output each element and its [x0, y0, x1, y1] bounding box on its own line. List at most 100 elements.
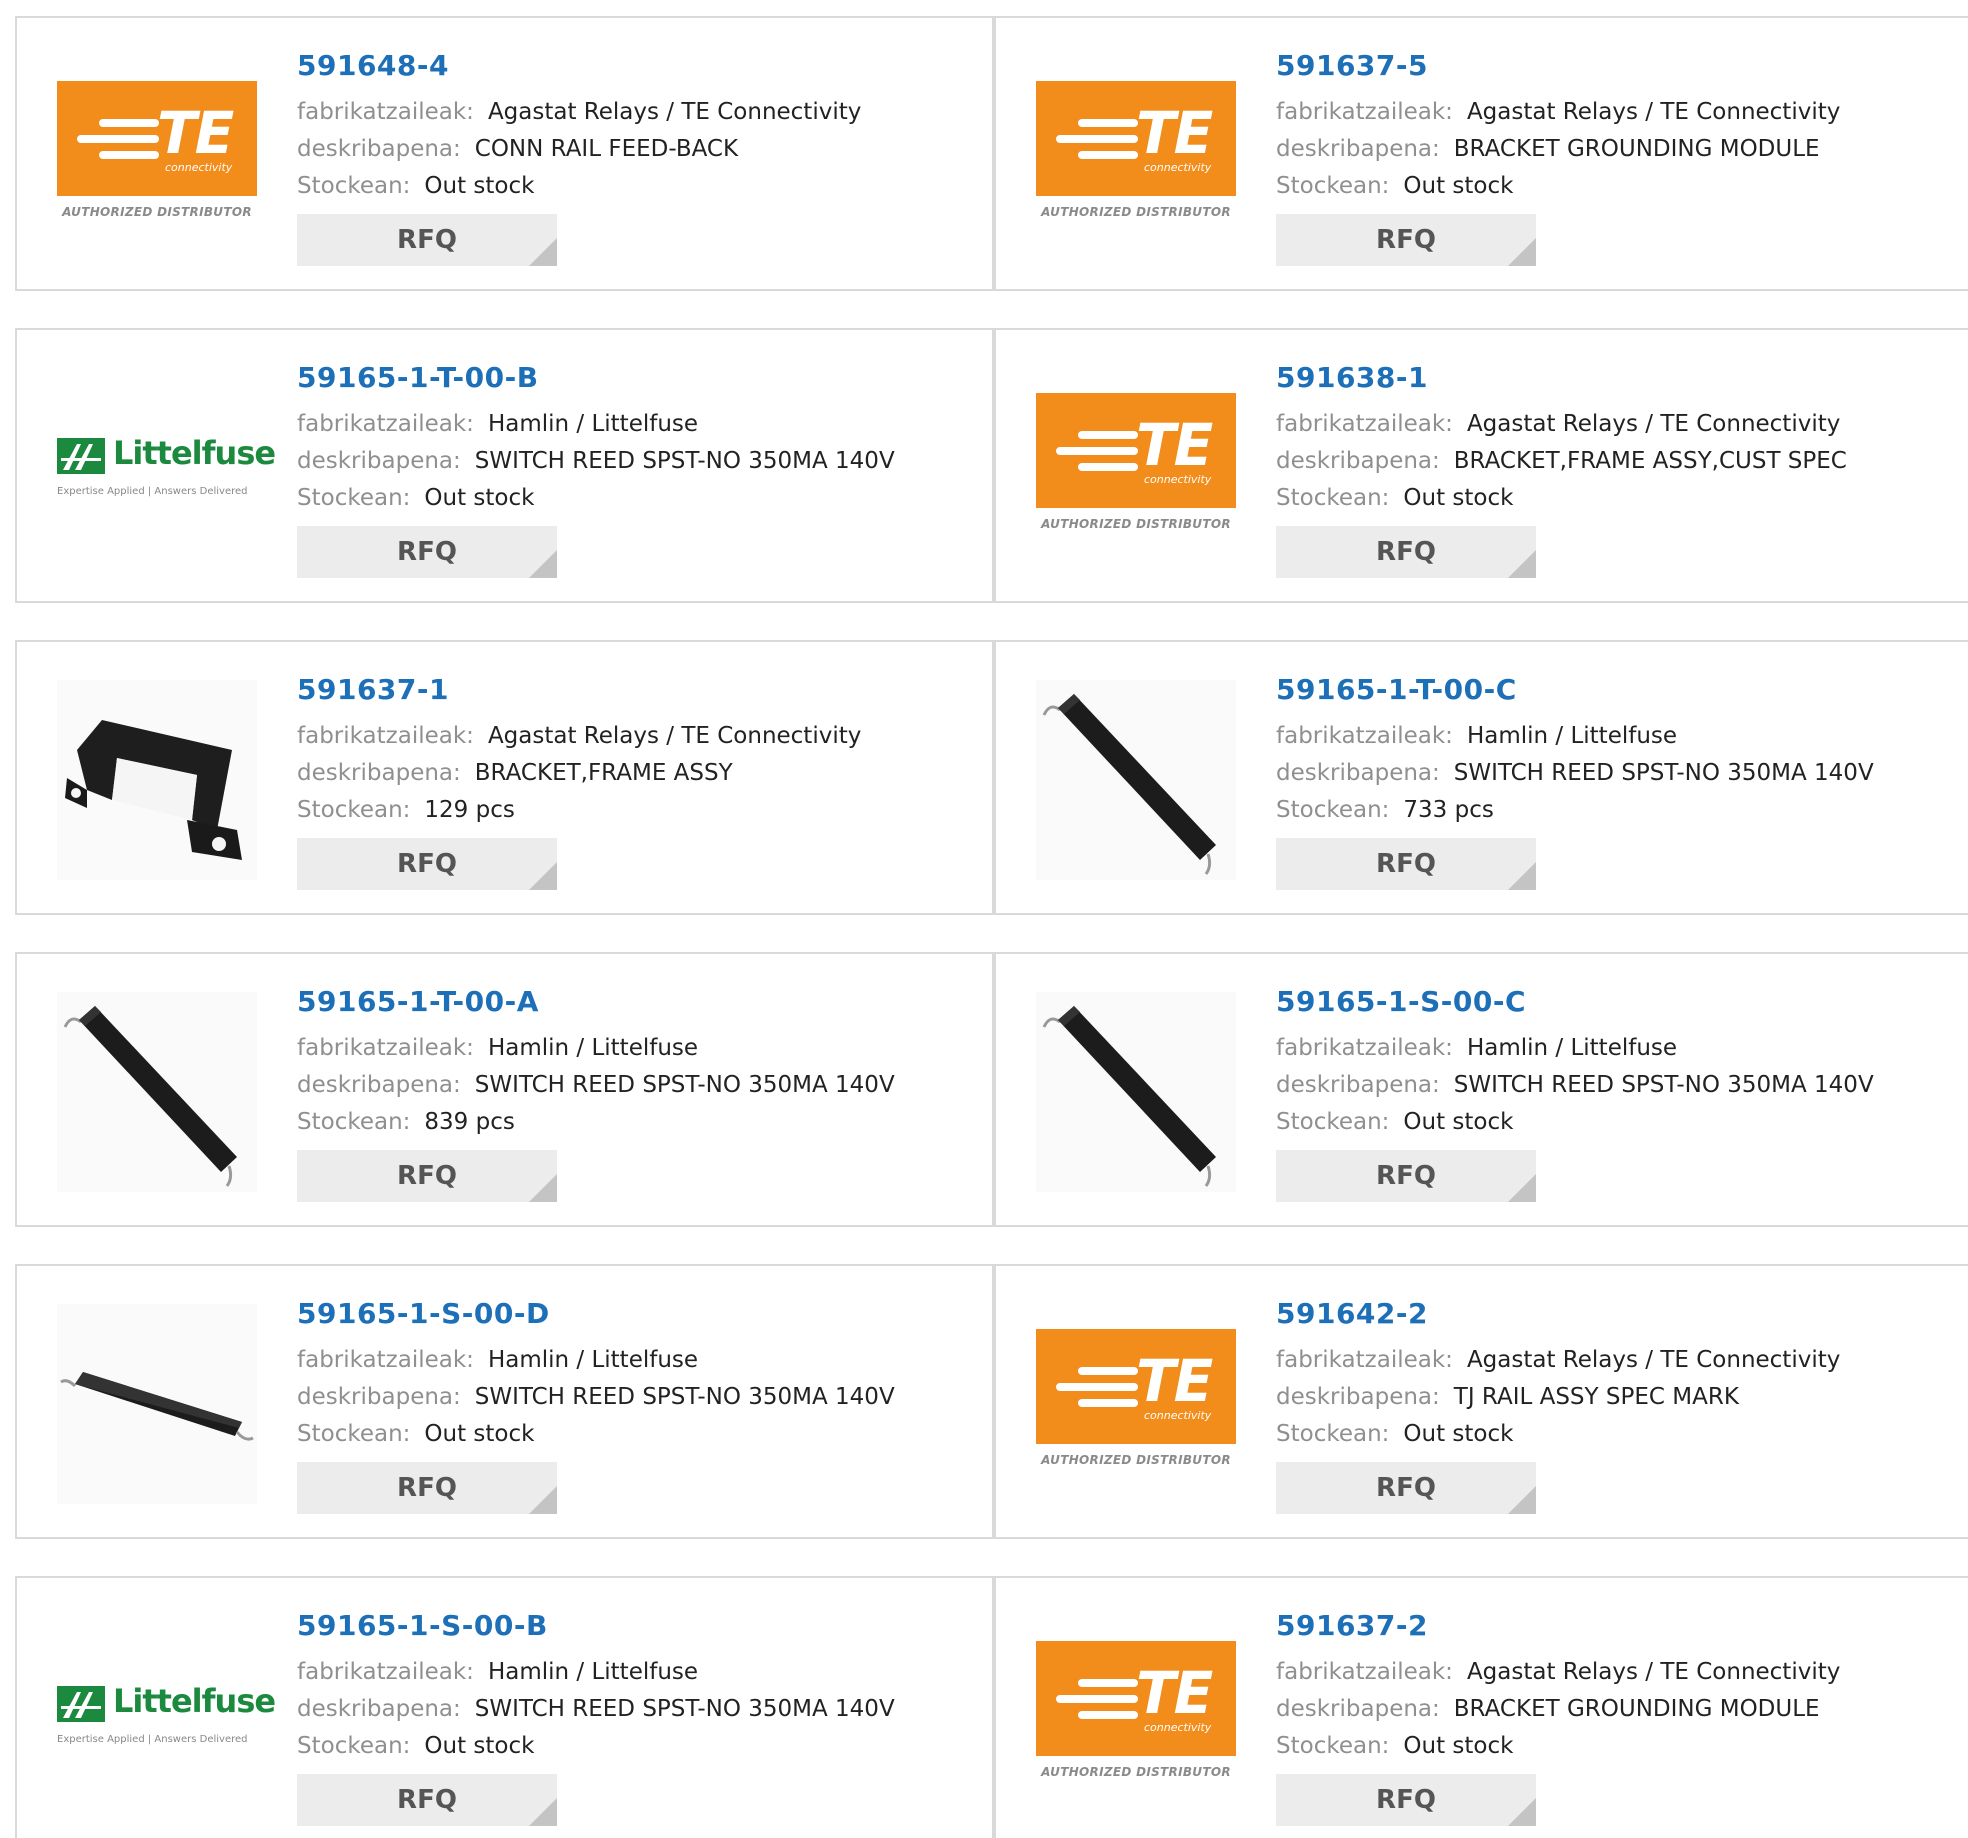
littelfuse-tagline: Expertise Applied | Answers Delivered — [57, 486, 248, 497]
manufacturer-label: fabrikatzaileak: — [297, 99, 474, 125]
product-thumbnail[interactable]: TE connectivity AUTHORIZED DISTRIBUTOR — [1036, 1616, 1236, 1816]
rfq-button[interactable]: RFQ — [297, 214, 557, 266]
stock-label: Stockean: — [1276, 1109, 1390, 1135]
product-info: 59165-1-T-00-C fabrikatzaileak: Hamlin / … — [1276, 672, 1958, 890]
product-thumbnail[interactable]: TE connectivity AUTHORIZED DISTRIBUTOR — [57, 56, 257, 256]
authorized-distributor-caption: AUTHORIZED DISTRIBUTOR — [1041, 205, 1231, 219]
rfq-button[interactable]: RFQ — [297, 1774, 557, 1826]
te-logo-box: TE connectivity — [1036, 1641, 1236, 1756]
part-number-link[interactable]: 59165-1-S-00-C — [1276, 984, 1958, 1020]
stock-row: Stockean: Out stock — [1276, 480, 1958, 517]
product-thumbnail[interactable] — [1036, 680, 1236, 880]
stock-label: Stockean: — [297, 1733, 411, 1759]
manufacturer-label: fabrikatzaileak: — [297, 411, 474, 437]
rfq-button-label: RFQ — [397, 225, 457, 255]
product-card: TE connectivity AUTHORIZED DISTRIBUTOR 5… — [994, 328, 1968, 603]
product-thumbnail[interactable] — [57, 992, 257, 1192]
part-number-link[interactable]: 591637-1 — [297, 672, 982, 708]
rfq-corner-decoration — [1508, 1174, 1536, 1202]
rfq-corner-decoration — [529, 550, 557, 578]
part-number-link[interactable]: 59165-1-S-00-B — [297, 1608, 982, 1644]
manufacturer-label: fabrikatzaileak: — [297, 1659, 474, 1685]
rfq-button[interactable]: RFQ — [1276, 1150, 1536, 1202]
manufacturer-label: fabrikatzaileak: — [1276, 99, 1453, 125]
manufacturer-value: Agastat Relays / TE Connectivity — [487, 99, 862, 125]
reed-switch-product-photo — [1036, 992, 1236, 1192]
rfq-button[interactable]: RFQ — [297, 1462, 557, 1514]
littelfuse-tagline: Expertise Applied | Answers Delivered — [57, 1734, 248, 1745]
authorized-distributor-caption: AUTHORIZED DISTRIBUTOR — [1041, 517, 1231, 531]
product-card: TE connectivity AUTHORIZED DISTRIBUTOR 5… — [994, 1264, 1968, 1539]
rfq-button-label: RFQ — [1376, 849, 1436, 879]
description-value: CONN RAIL FEED-BACK — [474, 136, 739, 162]
product-thumbnail[interactable] — [1036, 992, 1236, 1192]
rfq-button[interactable]: RFQ — [1276, 838, 1536, 890]
rfq-button-label: RFQ — [397, 1161, 457, 1191]
part-number-link[interactable]: 591638-1 — [1276, 360, 1958, 396]
manufacturer-value: Agastat Relays / TE Connectivity — [1466, 1347, 1841, 1373]
manufacturer-value: Hamlin / Littelfuse — [487, 1347, 699, 1373]
rfq-button-label: RFQ — [1376, 1785, 1436, 1815]
te-logo-text: TE — [1136, 1659, 1213, 1727]
product-info: 591637-1 fabrikatzaileak: Agastat Relays … — [297, 672, 982, 890]
description-value: BRACKET,FRAME ASSY,CUST SPEC — [1453, 448, 1847, 474]
product-thumbnail[interactable] — [57, 1304, 257, 1504]
manufacturer-row: fabrikatzaileak: Agastat Relays / TE Conn… — [1276, 94, 1958, 131]
part-number-link[interactable]: 59165-1-T-00-C — [1276, 672, 1958, 708]
product-thumbnail[interactable]: Littelfuse Expertise Applied | Answers D… — [57, 1616, 276, 1816]
product-thumbnail[interactable]: TE connectivity AUTHORIZED DISTRIBUTOR — [1036, 368, 1236, 568]
description-label: deskribapena: — [1276, 136, 1440, 162]
littelfuse-mark-icon — [57, 438, 105, 474]
part-number-link[interactable]: 59165-1-T-00-A — [297, 984, 982, 1020]
manufacturer-label: fabrikatzaileak: — [297, 723, 474, 749]
part-number-link[interactable]: 591637-5 — [1276, 48, 1958, 84]
description-row: deskribapena: SWITCH REED SPST-NO 350MA 1… — [297, 1067, 982, 1104]
description-value: SWITCH REED SPST-NO 350MA 140V — [474, 1072, 895, 1098]
stock-value: Out stock — [1403, 1109, 1514, 1135]
description-value: SWITCH REED SPST-NO 350MA 140V — [1453, 760, 1874, 786]
rfq-corner-decoration — [1508, 1486, 1536, 1514]
manufacturer-row: fabrikatzaileak: Agastat Relays / TE Conn… — [1276, 1654, 1958, 1691]
product-card: Littelfuse Expertise Applied | Answers D… — [15, 328, 994, 603]
stock-label: Stockean: — [297, 797, 411, 823]
te-bars-icon — [1056, 431, 1138, 479]
manufacturer-row: fabrikatzaileak: Hamlin / Littelfuse — [1276, 1030, 1958, 1067]
stock-label: Stockean: — [297, 173, 411, 199]
littelfuse-wordmark: Littelfuse — [113, 434, 276, 472]
product-info: 59165-1-S-00-B fabrikatzaileak: Hamlin / … — [297, 1608, 982, 1826]
description-row: deskribapena: TJ RAIL ASSY SPEC MARK — [1276, 1379, 1958, 1416]
te-logo-subtext: connectivity — [1144, 1409, 1212, 1422]
rfq-button[interactable]: RFQ — [1276, 214, 1536, 266]
authorized-distributor-caption: AUTHORIZED DISTRIBUTOR — [1041, 1453, 1231, 1467]
description-label: deskribapena: — [297, 1072, 461, 1098]
part-number-link[interactable]: 59165-1-T-00-B — [297, 360, 982, 396]
part-number-link[interactable]: 591642-2 — [1276, 1296, 1958, 1332]
part-number-link[interactable]: 591637-2 — [1276, 1608, 1958, 1644]
part-number-link[interactable]: 59165-1-S-00-D — [297, 1296, 982, 1332]
product-thumbnail[interactable]: TE connectivity AUTHORIZED DISTRIBUTOR — [1036, 1304, 1236, 1504]
rfq-button[interactable]: RFQ — [1276, 1774, 1536, 1826]
description-label: deskribapena: — [1276, 1072, 1440, 1098]
description-label: deskribapena: — [297, 448, 461, 474]
rfq-button[interactable]: RFQ — [297, 526, 557, 578]
stock-value: Out stock — [424, 485, 535, 511]
stock-value: 733 pcs — [1403, 797, 1494, 823]
part-number-link[interactable]: 591648-4 — [297, 48, 982, 84]
rfq-button[interactable]: RFQ — [1276, 1462, 1536, 1514]
description-row: deskribapena: BRACKET,FRAME ASSY,CUST SPE… — [1276, 443, 1958, 480]
rfq-button[interactable]: RFQ — [1276, 526, 1536, 578]
rfq-button-label: RFQ — [397, 1785, 457, 1815]
te-bars-icon — [77, 119, 159, 167]
product-thumbnail[interactable]: TE connectivity AUTHORIZED DISTRIBUTOR — [1036, 56, 1236, 256]
product-thumbnail[interactable]: Littelfuse Expertise Applied | Answers D… — [57, 368, 276, 568]
stock-value: 129 pcs — [424, 797, 515, 823]
product-thumbnail[interactable] — [57, 680, 257, 880]
te-connectivity-logo: TE connectivity AUTHORIZED DISTRIBUTOR — [1036, 1329, 1236, 1479]
rfq-button[interactable]: RFQ — [297, 838, 557, 890]
rfq-button[interactable]: RFQ — [297, 1150, 557, 1202]
product-card: TE connectivity AUTHORIZED DISTRIBUTOR 5… — [994, 16, 1968, 291]
stock-row: Stockean: Out stock — [1276, 1728, 1958, 1765]
stock-value: 839 pcs — [424, 1109, 515, 1135]
te-logo-text: TE — [1136, 1347, 1213, 1415]
product-info: 591637-5 fabrikatzaileak: Agastat Relays … — [1276, 48, 1958, 266]
